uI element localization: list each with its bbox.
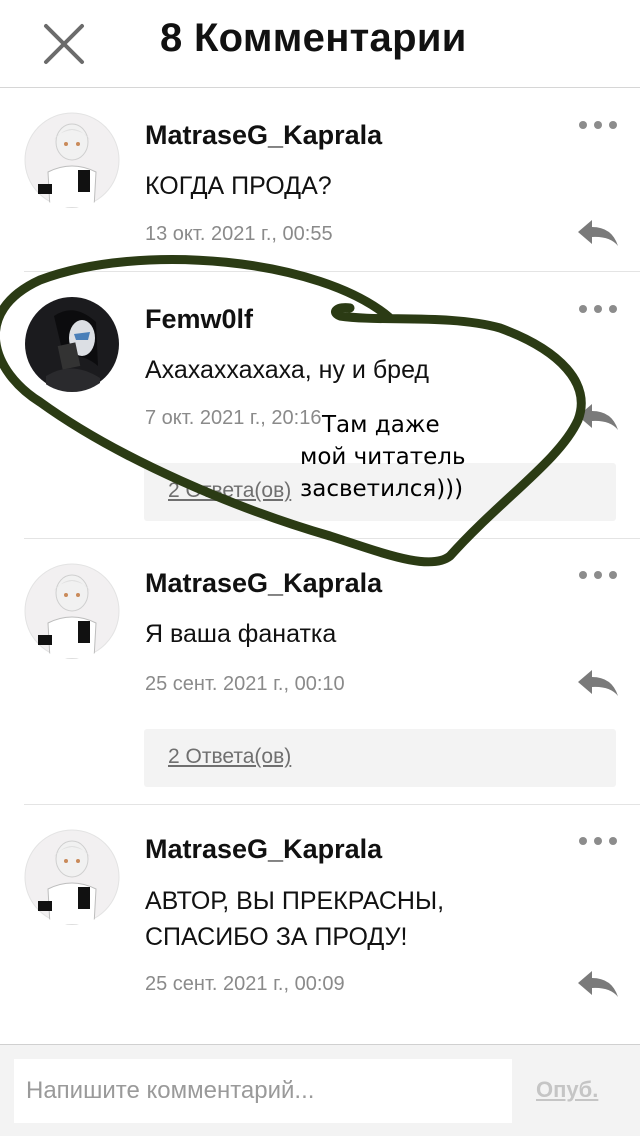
avatar[interactable] [24, 829, 120, 925]
comment-text: Ахахаххахаха, ну и бред [145, 356, 430, 384]
more-dots-icon [579, 121, 617, 129]
reply-arrow-icon [578, 220, 618, 246]
comment-author[interactable]: Femw0lf [145, 304, 253, 335]
replies-link[interactable]: 2 Ответа(ов) [168, 745, 291, 769]
avatar[interactable] [24, 296, 120, 392]
comment-item: MatraseG_Kaprala КОГДА ПРОДА? 13 окт. 20… [0, 88, 640, 272]
reply-button[interactable] [576, 216, 620, 250]
show-replies-button[interactable]: 2 Ответа(ов) [144, 463, 616, 521]
comment-text: Я ваша фанатка [145, 620, 337, 648]
comment-item: MatraseG_Kaprala АВТОР, ВЫ ПРЕКРАСНЫ, СП… [0, 805, 640, 1044]
reply-arrow-icon [578, 971, 618, 997]
comment-text: АВТОР, ВЫ ПРЕКРАСНЫ, [145, 887, 445, 915]
reply-button[interactable] [576, 400, 620, 434]
white-haired-girl-avatar-icon [24, 829, 120, 925]
comment-input[interactable] [14, 1059, 512, 1123]
comment-item: MatraseG_Kaprala Я ваша фанатка 25 сент.… [0, 539, 640, 805]
replies-link[interactable]: 2 Ответа(ов) [168, 479, 291, 503]
close-icon [44, 24, 84, 64]
more-options-button[interactable] [578, 302, 618, 316]
comment-item: Femw0lf Ахахаххахаха, ну и бред 7 окт. 2… [0, 272, 640, 539]
comment-text: СПАСИБО ЗА ПРОДУ! [145, 923, 408, 951]
reply-button[interactable] [576, 666, 620, 700]
comment-author[interactable]: MatraseG_Kaprala [145, 568, 382, 599]
more-options-button[interactable] [578, 568, 618, 582]
show-replies-button[interactable]: 2 Ответа(ов) [144, 729, 616, 787]
comment-author[interactable]: MatraseG_Kaprala [145, 120, 382, 151]
avatar[interactable] [24, 112, 120, 208]
comment-date: 25 сент. 2021 г., 00:09 [145, 973, 345, 995]
close-button[interactable] [40, 22, 88, 66]
comment-text: КОГДА ПРОДА? [145, 172, 332, 200]
reply-button[interactable] [576, 967, 620, 1001]
comment-date: 13 окт. 2021 г., 00:55 [145, 223, 333, 245]
comments-list[interactable]: MatraseG_Kaprala КОГДА ПРОДА? 13 окт. 20… [0, 88, 640, 1044]
comment-date: 7 окт. 2021 г., 20:16 [145, 407, 322, 429]
publish-button[interactable]: Опуб. [536, 1077, 598, 1103]
more-dots-icon [579, 837, 617, 845]
reply-arrow-icon [578, 404, 618, 430]
more-options-button[interactable] [578, 834, 618, 848]
white-haired-girl-avatar-icon [24, 563, 120, 659]
header: 8 Комментарии [0, 0, 640, 88]
reply-arrow-icon [578, 670, 618, 696]
more-dots-icon [579, 305, 617, 313]
white-haired-girl-avatar-icon [24, 112, 120, 208]
comment-compose-bar: Опуб. [0, 1044, 640, 1136]
comment-date: 25 сент. 2021 г., 00:10 [145, 673, 345, 695]
more-dots-icon [579, 571, 617, 579]
page-title: 8 Комментарии [160, 16, 467, 60]
comment-author[interactable]: MatraseG_Kaprala [145, 834, 382, 865]
avatar[interactable] [24, 563, 120, 659]
more-options-button[interactable] [578, 118, 618, 132]
dark-figure-avatar-icon [25, 297, 119, 392]
